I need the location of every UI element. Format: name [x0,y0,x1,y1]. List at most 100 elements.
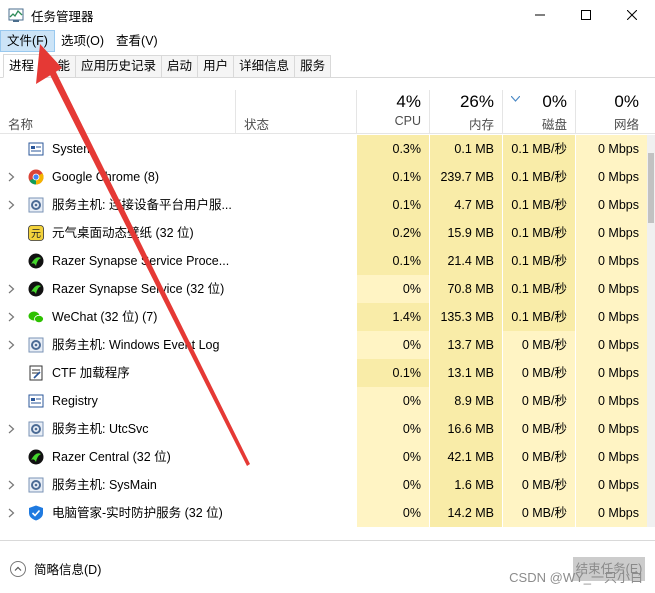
process-mem-value: 15.9 MB [430,219,502,247]
process-row[interactable]: Razer Central (32 位) 0% 42.1 MB 0 MB/秒 0 Mbp… [0,443,647,471]
column-header: 名称 状态 4% CPU 26% 内存 0% 磁盘 0% 网络 [0,90,655,134]
process-row[interactable]: WeChat (32 位) (7) 1.4% 135.3 MB 0.1 MB/秒 0 M… [0,303,647,331]
process-cpu-value: 0% [357,331,429,359]
process-cpu-value: 0.2% [357,219,429,247]
process-mem-value: 14.2 MB [430,499,502,527]
minimize-icon [535,14,545,16]
expand-chevron-icon[interactable] [8,191,18,219]
process-disk-value: 0 MB/秒 [503,359,575,387]
chrome-icon [28,169,44,185]
tab-processes[interactable]: 进程 [3,54,41,78]
process-net-value: 0 Mbps [576,443,647,471]
column-cpu[interactable]: 4% CPU [357,90,429,134]
process-row[interactable]: Google Chrome (8) 0.1% 239.7 MB 0.1 MB/秒 0 M… [0,163,647,191]
process-mem-value: 16.6 MB [430,415,502,443]
process-net-value: 0 Mbps [576,219,647,247]
process-row[interactable]: Razer Synapse Service Proce... 0.1% 21.4 M… [0,247,647,275]
task-manager-icon [8,7,24,23]
wallpaper-app-icon: 元 [28,225,44,241]
column-disk[interactable]: 0% 磁盘 [503,90,575,134]
tab-app-history[interactable]: 应用历史记录 [75,55,163,77]
scrollbar-thumb[interactable] [648,153,654,223]
tab-users[interactable]: 用户 [197,55,235,77]
process-disk-value: 0 MB/秒 [503,471,575,499]
process-name: Razer Synapse Service Proce... [52,254,230,268]
process-disk-value: 0.1 MB/秒 [503,219,575,247]
razer-icon [28,449,44,465]
memory-total: 26% [459,92,494,111]
process-name: 服务主机: SysMain [52,478,157,492]
process-list: System 0.3% 0.1 MB 0.1 MB/秒 0 Mbps Google Chr… [0,135,647,527]
close-button[interactable] [609,0,655,30]
system-icon [28,393,44,409]
fewer-details-button[interactable]: 简略信息(D) [10,559,101,578]
wechat-icon [28,309,44,325]
process-name: Razer Central (32 位) [52,450,171,464]
process-name: WeChat (32 位) (7) [52,310,158,324]
process-name: 服务主机: UtcSvc [52,422,149,436]
process-mem-value: 42.1 MB [430,443,502,471]
process-row[interactable]: Razer Synapse Service (32 位) 0% 70.8 MB 0.1… [0,275,647,303]
column-name-label: 名称 [8,118,34,132]
maximize-icon [581,10,591,20]
process-row[interactable]: CTF 加载程序 0.1% 13.1 MB 0 MB/秒 0 Mbps [0,359,647,387]
expand-chevron-icon[interactable] [8,275,18,303]
service-host-icon [28,197,44,213]
cpu-total: 4% [396,92,421,111]
expand-chevron-icon[interactable] [8,303,18,331]
svg-text:元: 元 [31,229,41,240]
process-net-value: 0 Mbps [576,359,647,387]
expand-chevron-icon[interactable] [8,471,18,499]
process-mem-value: 239.7 MB [430,163,502,191]
expand-chevron-icon[interactable] [8,331,18,359]
process-row[interactable]: 电脑管家-实时防护服务 (32 位) 0% 14.2 MB 0 MB/秒 0 Mbps [0,499,647,527]
process-cpu-value: 0.1% [357,191,429,219]
vertical-scrollbar[interactable] [647,135,655,527]
column-memory[interactable]: 26% 内存 [430,90,502,134]
fewer-details-label: 简略信息(D) [34,563,102,577]
process-cpu-value: 0% [357,275,429,303]
process-name: 服务主机: Windows Event Log [52,338,220,352]
column-name[interactable]: 名称 [0,90,236,134]
process-cpu-value: 0.1% [357,359,429,387]
maximize-button[interactable] [563,0,609,30]
tab-details[interactable]: 详细信息 [233,55,296,77]
process-mem-value: 4.7 MB [430,191,502,219]
process-net-value: 0 Mbps [576,191,647,219]
title-bar[interactable]: 任务管理器 [0,0,655,30]
process-mem-value: 0.1 MB [430,135,502,163]
process-net-value: 0 Mbps [576,331,647,359]
process-net-value: 0 Mbps [576,163,647,191]
process-cpu-value: 0% [357,443,429,471]
process-row[interactable]: Registry 0% 8.9 MB 0 MB/秒 0 Mbps [0,387,647,415]
tab-performance[interactable]: 性能 [39,55,77,77]
process-cpu-value: 0% [357,499,429,527]
menu-file[interactable]: 文件(F) [0,30,55,52]
column-status[interactable]: 状态 [236,90,356,134]
column-network[interactable]: 0% 网络 [576,90,647,134]
expand-chevron-icon[interactable] [8,163,18,191]
expand-chevron-icon[interactable] [8,415,18,443]
sort-chevron-icon [510,94,521,105]
process-row[interactable]: 服务主机: Windows Event Log 0% 13.7 MB 0 MB/秒 0 … [0,331,647,359]
process-row[interactable]: 服务主机: SysMain 0% 1.6 MB 0 MB/秒 0 Mbps [0,471,647,499]
process-cpu-value: 0.1% [357,163,429,191]
process-disk-value: 0.1 MB/秒 [503,303,575,331]
process-row[interactable]: 服务主机: 连接设备平台用户服... 0.1% 4.7 MB 0.1 MB/秒 0 Mb… [0,191,647,219]
process-disk-value: 0.1 MB/秒 [503,191,575,219]
process-cpu-value: 0% [357,387,429,415]
process-name: 服务主机: 连接设备平台用户服... [52,198,232,212]
menu-options[interactable]: 选项(O) [55,30,110,52]
tab-startup[interactable]: 启动 [161,55,199,77]
process-row[interactable]: 元元气桌面动态壁纸 (32 位) 0.2% 15.9 MB 0.1 MB/秒 0 Mbp… [0,219,647,247]
process-row[interactable]: 服务主机: UtcSvc 0% 16.6 MB 0 MB/秒 0 Mbps [0,415,647,443]
expand-chevron-icon[interactable] [8,499,18,527]
process-row[interactable]: System 0.3% 0.1 MB 0.1 MB/秒 0 Mbps [0,135,647,163]
menu-view[interactable]: 查看(V) [110,30,164,52]
window-controls [517,0,655,30]
csdn-watermark: CSDN @WY_一只小白 [509,570,643,585]
minimize-button[interactable] [517,0,563,30]
process-net-value: 0 Mbps [576,415,647,443]
process-net-value: 0 Mbps [576,387,647,415]
tab-services[interactable]: 服务 [294,55,332,77]
